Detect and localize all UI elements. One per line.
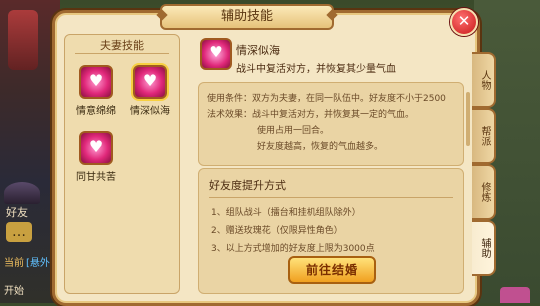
- selected-skill-description: 战斗中复活对方，并恢复其少量气血: [236, 64, 396, 75]
- game-background-left: 好友 … 当前 [悬外 开始: [0, 0, 60, 303]
- heart-icon: ♥: [200, 38, 232, 70]
- tab-guild[interactable]: 帮派: [472, 108, 496, 164]
- panel-title-plate: 辅助技能: [156, 4, 338, 30]
- skill-conditions-box: 使用条件：双方为夫妻，在同一队伍中。好友度不小于2500 法术效果：战斗中复活对…: [198, 82, 464, 166]
- friend-label[interactable]: 好友: [6, 204, 28, 220]
- skill-label: 情意绵绵: [76, 106, 116, 117]
- current-channel-label[interactable]: 当前: [4, 254, 24, 269]
- friendship-title: 好友度提升方式: [209, 179, 286, 192]
- tab-assist[interactable]: 辅助: [472, 220, 496, 276]
- friendship-item: 1、组队战斗（擂台和挂机组队除外）: [211, 208, 361, 218]
- heart-icon: ♥: [79, 131, 113, 165]
- condition-line: 法术效果：战斗中复活对方，并恢复其一定的气血。: [207, 110, 415, 120]
- friendship-item: 3、以上方式增加的好友度上限为3000点: [211, 244, 375, 254]
- skill-item-qingyimianmian[interactable]: ♥ 情意绵绵: [71, 65, 121, 117]
- chat-icon[interactable]: …: [6, 222, 32, 242]
- couple-skills-list: 夫妻技能 ♥ 情意绵绵 ♥ 情深似海 ♥ 同甘共苦: [64, 34, 180, 294]
- condition-line: 好友度越高，恢复的气血越多。: [257, 142, 384, 152]
- panel-title: 辅助技能: [220, 9, 273, 24]
- heart-icon: ♥: [79, 65, 113, 99]
- condition-line: 使用占用一回合。: [257, 126, 330, 136]
- divider: [75, 53, 169, 54]
- pink-decoration: [500, 287, 530, 303]
- selected-skill-name: 情深似海: [236, 44, 280, 57]
- heart-icon: ♥: [133, 65, 167, 99]
- couple-skills-title: 夫妻技能: [100, 39, 144, 52]
- tab-cultivation[interactable]: 修炼: [472, 164, 496, 220]
- current-channel-value: [悬外: [26, 258, 50, 269]
- character-avatar[interactable]: [4, 182, 40, 204]
- close-icon[interactable]: ✕: [450, 8, 478, 36]
- skill-item-tongganhongku[interactable]: ♥ 同甘共苦: [71, 131, 121, 183]
- bottom-label: 开始: [4, 286, 24, 297]
- friendship-item: 2、赠送玫瑰花（仅限异性角色）: [211, 226, 343, 236]
- condition-line: 使用条件：双方为夫妻，在同一队伍中。好友度不小于2500: [207, 94, 446, 104]
- skill-label: 同甘共苦: [76, 172, 116, 183]
- skill-item-qingshensihai[interactable]: ♥ 情深似海: [125, 65, 175, 117]
- go-marry-button[interactable]: 前往结婚: [288, 256, 376, 284]
- character-decoration: [8, 10, 38, 70]
- selected-skill-header: ♥ 情深似海 战斗中复活对方，并恢复其少量气血: [196, 34, 462, 76]
- scrollbar[interactable]: [466, 92, 470, 146]
- tab-character[interactable]: 人物: [472, 52, 496, 108]
- skill-label: 情深似海: [130, 106, 170, 117]
- divider: [209, 197, 453, 198]
